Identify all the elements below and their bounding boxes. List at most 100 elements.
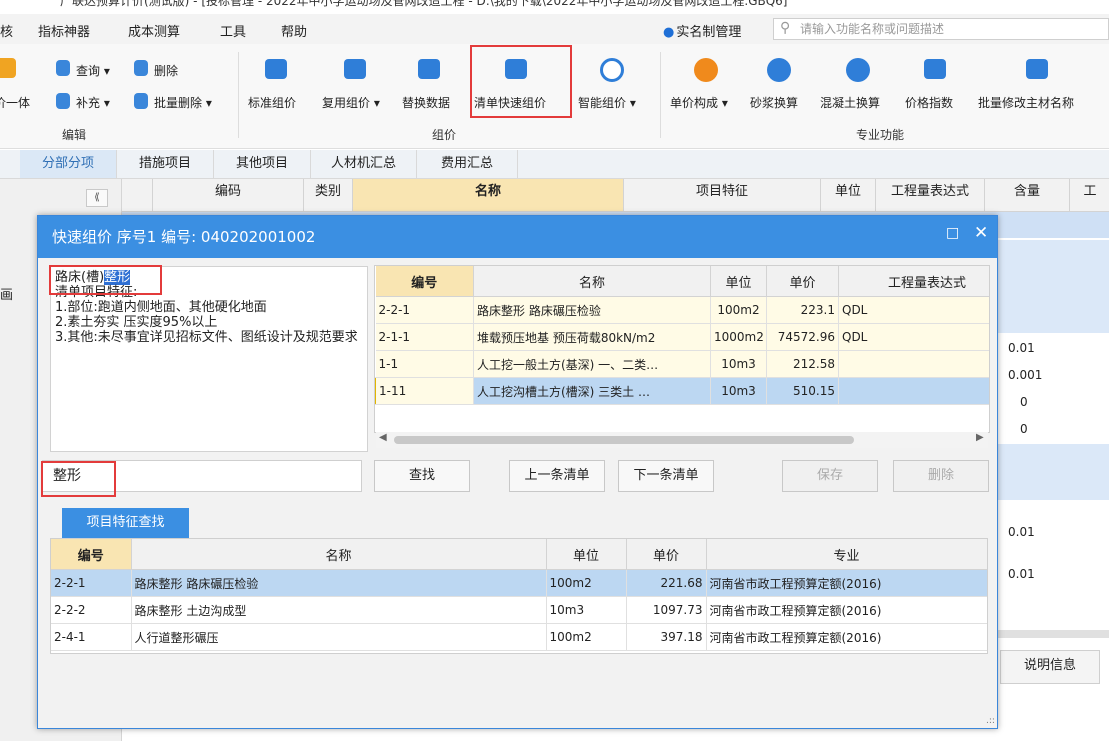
batch-rename-button[interactable]: 批量修改主材名称 — [978, 94, 1074, 111]
prev-item-button[interactable]: 上一条清单 — [509, 460, 605, 492]
t2-header-code[interactable]: 编号 — [51, 539, 132, 570]
smart-pricing-button[interactable]: 智能组价 ▾ — [578, 94, 636, 111]
unit-price-button[interactable]: 单价构成 ▾ — [670, 94, 728, 111]
t1-name: 人工挖一般土方(基深) 一、二类… — [473, 350, 711, 378]
scroll-left-icon[interactable]: ◀ — [379, 432, 387, 443]
find-button[interactable]: 查找 — [374, 460, 470, 492]
grid-header-name[interactable]: 名称 — [353, 179, 624, 211]
menu-item-indicator[interactable]: 指标神器 — [38, 21, 90, 40]
t1-header-expr[interactable]: 工程量表达式 — [838, 266, 989, 297]
batch-delete-icon — [134, 93, 148, 109]
reuse-pricing-icon — [344, 59, 366, 79]
tab-labor-material[interactable]: 人材机汇总 — [311, 150, 417, 178]
t1-price: 212.58 — [766, 350, 839, 378]
close-icon[interactable]: ✕ — [974, 223, 988, 243]
grid-header-code[interactable]: 编码 — [153, 179, 304, 211]
mortar-button[interactable]: 砂浆换算 — [750, 94, 798, 111]
t2-header-name[interactable]: 名称 — [131, 539, 547, 570]
query-button[interactable]: 查询 ▾ — [76, 62, 110, 79]
window-title: 广联达预算计价(测试版) - [投标管理 - 2022年中小学运动场及管网改造工… — [60, 0, 788, 8]
t1-header-unit[interactable]: 单位 — [710, 266, 767, 297]
grid-cell-amount: 0.01 — [1008, 525, 1035, 539]
realname-button[interactable]: ● 实名制管理 — [663, 21, 741, 40]
standard-pricing-button[interactable]: 标准组价 — [248, 94, 296, 111]
query-icon — [56, 60, 70, 76]
t1-expr — [838, 350, 989, 378]
collapse-left-button[interactable]: ⟪ — [86, 189, 108, 207]
t1-unit: 1000m2 — [710, 323, 767, 351]
grid-header-expr[interactable]: 工程量表达式 — [876, 179, 985, 211]
replace-data-button[interactable]: 替换数据 — [402, 94, 450, 111]
people-icon: ● — [663, 25, 675, 40]
group-label-pricing: 组价 — [432, 128, 457, 142]
delete-button[interactable]: 删除 — [893, 460, 989, 492]
t2-header-price[interactable]: 单价 — [626, 539, 707, 570]
tab-feature-search[interactable]: 项目特征查找 — [62, 508, 189, 538]
concrete-button[interactable]: 混凝土换算 — [820, 94, 880, 111]
resize-grip-icon[interactable]: .:: — [986, 716, 995, 726]
delete-icon — [134, 60, 148, 76]
tab-other[interactable]: 其他项目 — [214, 150, 311, 178]
function-search-input[interactable]: ⚲ 请输入功能名称或问题描述 — [773, 18, 1109, 40]
supplement-button[interactable]: 补充 ▾ — [76, 94, 110, 111]
table-row[interactable]: 2-4-1 人行道整形碾压 100m2 397.18 河南省市政工程预算定额(2… — [51, 623, 987, 651]
tab-fee-summary[interactable]: 费用汇总 — [417, 150, 518, 178]
grid-header-extra[interactable]: 工 — [1070, 179, 1109, 211]
t2-price: 1097.73 — [626, 596, 707, 624]
main-grid-header: 编码 类别 名称 项目特征 单位 工程量表达式 含量 工 — [122, 179, 1109, 212]
delete-button[interactable]: 删除 — [154, 62, 178, 79]
t2-major: 河南省市政工程预算定额(2016) — [706, 596, 987, 624]
left-label: 画 — [0, 288, 14, 303]
replace-data-icon — [418, 59, 440, 79]
t1-price: 510.15 — [766, 377, 839, 405]
batch-rename-icon — [1026, 59, 1048, 79]
grid-cell-amount: 0 — [1020, 395, 1028, 409]
realname-label: 实名制管理 — [676, 25, 742, 40]
smart-pricing-icon — [600, 58, 624, 82]
table-row-selected[interactable]: 2-2-1 路床整形 路床碾压检验 100m2 221.68 河南省市政工程预算… — [51, 569, 987, 597]
grid-header-unit[interactable]: 单位 — [821, 179, 876, 211]
t1-name: 路床整形 路床碾压检验 — [473, 296, 711, 324]
menu-item-he[interactable]: 核 — [0, 21, 13, 40]
search-result-table: 编号 名称 单位 单价 专业 2-2-1 路床整形 路床碾压检验 100m2 2… — [50, 538, 988, 654]
explain-info-tab[interactable]: 说明信息 — [1000, 650, 1100, 684]
scroll-right-icon[interactable]: ▶ — [976, 432, 984, 443]
scrollbar-thumb[interactable] — [394, 436, 854, 444]
table-row[interactable]: 2-1-1 堆载预压地基 预压荷载80kN/m2 1000m2 74572.96… — [375, 323, 989, 351]
grid-header-feature[interactable]: 项目特征 — [624, 179, 821, 211]
t2-unit: 100m2 — [546, 569, 627, 597]
t1-header-code[interactable]: 编号 — [375, 266, 474, 297]
search-input-highlight — [41, 461, 116, 497]
maximize-icon[interactable]: □ — [946, 225, 959, 241]
t2-major: 河南省市政工程预算定额(2016) — [706, 623, 987, 651]
price-index-button[interactable]: 价格指数 — [905, 94, 953, 111]
t2-header-unit[interactable]: 单位 — [546, 539, 627, 570]
t1-code[interactable]: 1-11 — [375, 377, 474, 405]
t2-header-major[interactable]: 专业 — [706, 539, 987, 570]
table-row[interactable]: 2-2-2 路床整形 土边沟成型 10m3 1097.73 河南省市政工程预算定… — [51, 596, 987, 624]
menu-item-cost[interactable]: 成本测算 — [128, 21, 180, 40]
horizontal-scrollbar[interactable]: ◀ ▶ — [376, 432, 988, 448]
menu-item-tools[interactable]: 工具 — [220, 21, 246, 40]
table-row[interactable]: 2-2-1 路床整形 路床碾压检验 100m2 223.1 QDL — [375, 296, 989, 324]
grid-cell-amount: 0.01 — [1008, 341, 1035, 355]
t1-name: 人工挖沟槽土方(槽深) 三类土 … — [473, 377, 711, 405]
batch-delete-button[interactable]: 批量删除 ▾ — [154, 94, 212, 111]
save-button[interactable]: 保存 — [782, 460, 878, 492]
table-row-selected[interactable]: 1-11 人工挖沟槽土方(槽深) 三类土 … 10m3 510.15 — [375, 377, 989, 405]
tab-bar: 分部分项 措施项目 其他项目 人材机汇总 费用汇总 — [0, 150, 1109, 179]
search-icon: ⚲ — [780, 20, 791, 36]
reuse-pricing-button[interactable]: 复用组价 ▾ — [322, 94, 380, 111]
price-index-icon — [924, 59, 946, 79]
grid-header-type[interactable]: 类别 — [304, 179, 353, 211]
all-in-one-button[interactable]: 价一体 — [0, 94, 30, 111]
tab-fenbu[interactable]: 分部分项 — [20, 150, 117, 178]
next-item-button[interactable]: 下一条清单 — [618, 460, 714, 492]
grid-header-amount[interactable]: 含量 — [985, 179, 1070, 211]
t1-header-name[interactable]: 名称 — [473, 266, 711, 297]
t1-expr — [838, 377, 989, 405]
table-row[interactable]: 1-1 人工挖一般土方(基深) 一、二类… 10m3 212.58 — [375, 350, 989, 378]
menu-item-help[interactable]: 帮助 — [281, 21, 307, 40]
tab-measures[interactable]: 措施项目 — [117, 150, 214, 178]
t1-header-price[interactable]: 单价 — [766, 266, 839, 297]
